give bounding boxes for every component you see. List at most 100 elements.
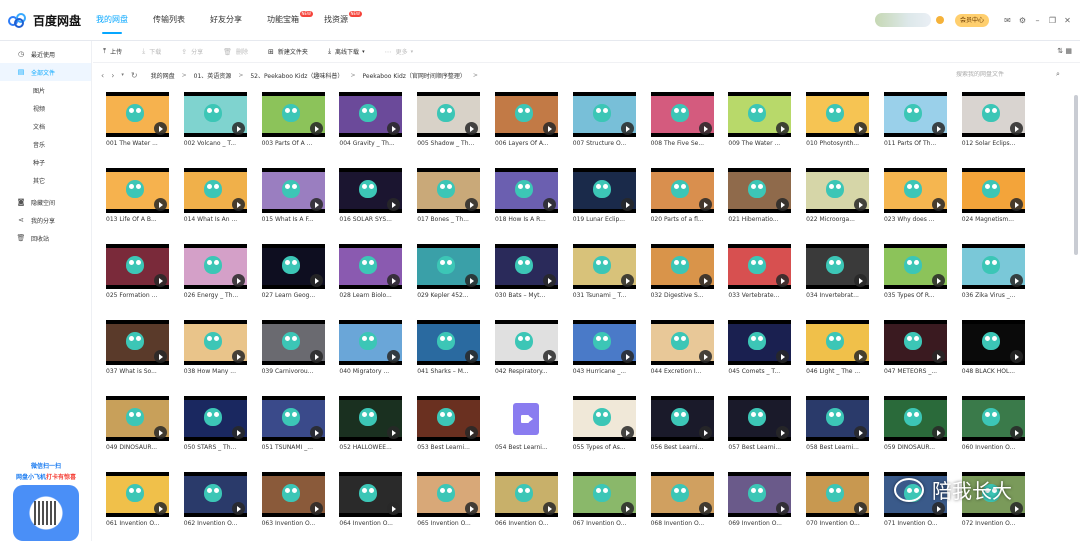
vip-center-button[interactable]: 会员中心 xyxy=(954,13,989,27)
nav-tab[interactable]: 功能宝箱 NEW xyxy=(267,0,313,40)
file-tile[interactable]: 044 Excretion I... xyxy=(650,320,715,380)
play-icon[interactable] xyxy=(854,502,868,515)
file-tile[interactable]: 067 Invention O... xyxy=(572,472,637,532)
file-tile[interactable]: 034 Invertebrat... xyxy=(806,244,870,304)
play-icon[interactable] xyxy=(854,274,868,287)
play-icon[interactable] xyxy=(542,122,556,135)
file-tile[interactable]: 029 Kepler 452... xyxy=(417,244,481,304)
file-tile[interactable]: 025 Formation ... xyxy=(106,244,170,304)
search-icon[interactable]: ⌕ xyxy=(1056,70,1060,79)
play-icon[interactable] xyxy=(776,502,790,515)
play-icon[interactable] xyxy=(309,198,323,211)
nav-tab[interactable]: 传输列表 xyxy=(153,0,185,40)
file-tile[interactable]: 047 METEORS _... xyxy=(883,320,948,380)
play-icon[interactable] xyxy=(620,274,634,287)
play-icon[interactable] xyxy=(698,426,712,439)
upload-button[interactable]: ⤒ 上传 xyxy=(103,47,122,56)
file-tile[interactable]: 070 Invention O... xyxy=(806,472,870,532)
scrollbar[interactable] xyxy=(1074,95,1078,255)
file-tile[interactable]: 040 Migratory ... xyxy=(339,320,403,380)
play-icon[interactable] xyxy=(465,274,479,287)
sidebar-item[interactable]: 其它 xyxy=(0,171,91,189)
wechat-promo[interactable]: 微信扫一扫 网盘小飞机打卡有惊喜 xyxy=(6,461,86,541)
restore-icon[interactable]: ❐ xyxy=(1048,16,1057,25)
file-tile[interactable]: 031 Tsunami _ T... xyxy=(572,244,637,304)
play-icon[interactable] xyxy=(387,198,401,211)
file-tile[interactable]: 007 Structure O... xyxy=(572,92,637,152)
file-tile[interactable]: 038 How Many ... xyxy=(183,320,248,380)
file-tile[interactable]: 042 Respiratory... xyxy=(494,320,559,380)
play-icon[interactable] xyxy=(620,122,634,135)
sidebar-item[interactable]: ◷ 最近使用 xyxy=(0,45,91,63)
sidebar-item[interactable]: ▤ 全部文件 xyxy=(0,63,91,81)
play-icon[interactable] xyxy=(1009,350,1023,363)
minimize-icon[interactable]: – xyxy=(1033,16,1042,25)
play-icon[interactable] xyxy=(309,350,323,363)
play-icon[interactable] xyxy=(620,502,634,515)
file-tile[interactable]: 032 Digestive S... xyxy=(650,244,715,304)
file-tile[interactable]: 064 Invention O... xyxy=(339,472,403,532)
refresh-icon[interactable]: ↻ xyxy=(131,71,138,80)
play-icon[interactable] xyxy=(231,350,245,363)
play-icon[interactable] xyxy=(465,502,479,515)
play-icon[interactable] xyxy=(465,122,479,135)
delete-button[interactable]: 🗑 删除 xyxy=(223,47,248,57)
view-toggle-icon[interactable]: ⇅ ▦ xyxy=(1057,47,1072,55)
play-icon[interactable] xyxy=(854,198,868,211)
play-icon[interactable] xyxy=(931,350,945,363)
file-tile[interactable]: 054 Best Learni... xyxy=(494,396,559,456)
file-tile[interactable]: 026 Energy _ Th... xyxy=(183,244,248,304)
file-tile[interactable]: 050 STARS _ Th... xyxy=(183,396,248,456)
file-tile[interactable]: 033 Vertebrate... xyxy=(728,244,792,304)
file-tile[interactable]: 035 Types Of R... xyxy=(883,244,948,304)
nav-tab[interactable]: 好友分享 xyxy=(210,0,242,40)
file-tile[interactable]: 017 Bones _ Th... xyxy=(417,168,481,228)
play-icon[interactable] xyxy=(154,502,167,515)
file-tile[interactable]: 066 Invention O... xyxy=(494,472,559,532)
play-icon[interactable] xyxy=(776,122,790,135)
file-tile[interactable]: 060 Invention O... xyxy=(961,396,1026,456)
play-icon[interactable] xyxy=(776,198,790,211)
play-icon[interactable] xyxy=(1009,426,1023,439)
file-tile[interactable]: 013 Life Of A B... xyxy=(106,168,170,228)
back-icon[interactable]: ‹ xyxy=(101,71,104,80)
file-tile[interactable]: 014 What Is An ... xyxy=(183,168,248,228)
file-tile[interactable]: 006 Layers Of A... xyxy=(494,92,559,152)
play-icon[interactable] xyxy=(387,426,401,439)
play-icon[interactable] xyxy=(931,198,945,211)
play-icon[interactable] xyxy=(698,122,712,135)
file-tile[interactable]: 016 SOLAR SYS... xyxy=(339,168,403,228)
file-tile[interactable]: 053 Best Learni... xyxy=(417,396,481,456)
coin-icon[interactable] xyxy=(935,16,944,24)
play-icon[interactable] xyxy=(231,122,245,135)
file-tile[interactable]: 056 Best Learni... xyxy=(650,396,715,456)
play-icon[interactable] xyxy=(465,426,479,439)
breadcrumb-item[interactable]: 我的网盘 xyxy=(151,71,175,80)
play-icon[interactable] xyxy=(309,122,323,135)
play-icon[interactable] xyxy=(465,350,479,363)
play-icon[interactable] xyxy=(154,198,167,211)
file-tile[interactable]: 004 Gravity _ Th... xyxy=(339,92,403,152)
play-icon[interactable] xyxy=(465,198,479,211)
file-tile[interactable]: 036 Zika Virus _... xyxy=(961,244,1026,304)
file-tile[interactable]: 008 The Five Se... xyxy=(650,92,715,152)
close-icon[interactable]: ✕ xyxy=(1063,16,1072,25)
play-icon[interactable] xyxy=(931,426,945,439)
breadcrumb-item[interactable]: 01、英语资源 xyxy=(194,71,232,80)
play-icon[interactable] xyxy=(154,426,167,439)
play-icon[interactable] xyxy=(387,502,401,515)
file-tile[interactable]: 057 Best Learni... xyxy=(728,396,792,456)
play-icon[interactable] xyxy=(931,122,945,135)
history-dropdown-icon[interactable]: ▾ xyxy=(121,72,124,78)
play-icon[interactable] xyxy=(542,350,556,363)
play-icon[interactable] xyxy=(776,426,790,439)
offline-download-button[interactable]: ⤓ 离线下载 ▾ xyxy=(328,47,365,56)
file-tile[interactable]: 043 Hurricane _... xyxy=(572,320,637,380)
file-tile[interactable]: 021 Hibernatio... xyxy=(728,168,792,228)
breadcrumb-item[interactable]: 52、Peekaboo Kidz（趣味科普） xyxy=(250,71,343,80)
file-tile[interactable]: 055 Types of As... xyxy=(572,396,637,456)
play-icon[interactable] xyxy=(231,198,245,211)
file-tile[interactable]: 061 Invention O... xyxy=(106,472,170,532)
play-icon[interactable] xyxy=(698,198,712,211)
play-icon[interactable] xyxy=(1009,122,1023,135)
